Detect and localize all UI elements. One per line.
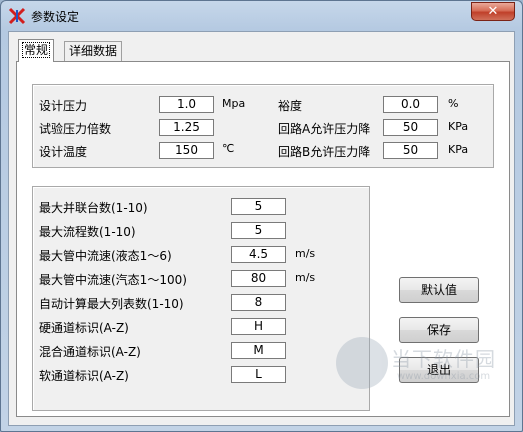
- test-factor-field[interactable]: 1.25: [159, 119, 214, 136]
- hard-channel-label: 硬通道标识(A-Z): [39, 321, 129, 335]
- margin-unit: %: [448, 97, 459, 110]
- design-pressure-field[interactable]: 1.0: [159, 96, 214, 113]
- limits-group: 最大并联台数(1-10) 5 最大流程数(1-10) 5 最大管中流速(液态1～…: [32, 186, 370, 411]
- test-factor-label: 试验压力倍数: [39, 122, 112, 136]
- close-button[interactable]: ✕: [471, 2, 515, 21]
- watermark: 当下软件园 www.downxia.com: [331, 337, 511, 407]
- margin-label: 裕度: [278, 99, 303, 113]
- soft-channel-label: 软通道标识(A-Z): [39, 369, 129, 383]
- design-temperature-field[interactable]: 150: [159, 142, 214, 159]
- max-passes-field[interactable]: 5: [231, 222, 286, 239]
- max-parallel-field[interactable]: 5: [231, 198, 286, 215]
- default-values-button[interactable]: 默认值: [399, 277, 479, 303]
- mixed-channel-field[interactable]: M: [231, 342, 286, 359]
- soft-channel-field[interactable]: L: [231, 366, 286, 383]
- design-pressure-unit: Mpa: [222, 97, 246, 110]
- settings-window: 参数设定 ✕ 常规 详细数据 设计压力 1.0 Mpa 试验压力倍数 1.25 …: [0, 0, 523, 432]
- auto-calc-list-label: 自动计算最大列表数(1-10): [39, 297, 184, 311]
- max-vapor-velocity-field[interactable]: 80: [231, 270, 286, 287]
- close-icon: ✕: [487, 4, 499, 19]
- max-vapor-velocity-unit: m/s: [295, 271, 316, 284]
- loop-b-label: 回路B允许压力降: [278, 145, 371, 159]
- max-liquid-velocity-unit: m/s: [295, 247, 316, 260]
- max-passes-label: 最大流程数(1-10): [39, 225, 136, 239]
- max-vapor-velocity-label: 最大管中流速(汽态1～100): [39, 273, 187, 287]
- tab-detail-data-label: 详细数据: [69, 44, 118, 58]
- loop-a-label: 回路A允许压力降: [278, 122, 371, 136]
- loop-a-field[interactable]: 50: [383, 119, 438, 136]
- max-liquid-velocity-field[interactable]: 4.5: [231, 246, 286, 263]
- mixed-channel-label: 混合通道标识(A-Z): [39, 345, 141, 359]
- watermark-logo-icon: [336, 337, 388, 389]
- max-parallel-label: 最大并联台数(1-10): [39, 201, 148, 215]
- loop-b-field[interactable]: 50: [383, 142, 438, 159]
- design-temperature-label: 设计温度: [39, 145, 88, 159]
- max-liquid-velocity-label: 最大管中流速(液态1～6): [39, 249, 172, 263]
- margin-field[interactable]: 0.0: [383, 96, 438, 113]
- watermark-url: www.downxia.com: [397, 371, 491, 382]
- design-temperature-unit: ℃: [222, 142, 235, 155]
- window-title: 参数设定: [31, 10, 80, 24]
- loop-b-unit: KPa: [448, 143, 469, 156]
- auto-calc-list-field[interactable]: 8: [231, 294, 286, 311]
- tab-detail-data[interactable]: 详细数据: [64, 41, 123, 61]
- tab-general-label: 常规: [21, 42, 51, 58]
- design-pressure-label: 设计压力: [39, 99, 88, 113]
- app-logo-icon: [8, 7, 26, 25]
- title-bar[interactable]: 参数设定 ✕: [1, 1, 522, 31]
- tab-general[interactable]: 常规: [18, 39, 55, 62]
- loop-a-unit: KPa: [448, 120, 469, 133]
- watermark-text: 当下软件园: [391, 347, 496, 371]
- hard-channel-field[interactable]: H: [231, 318, 286, 335]
- design-params-group: 设计压力 1.0 Mpa 试验压力倍数 1.25 设计温度 150 ℃ 裕度 0…: [32, 84, 494, 168]
